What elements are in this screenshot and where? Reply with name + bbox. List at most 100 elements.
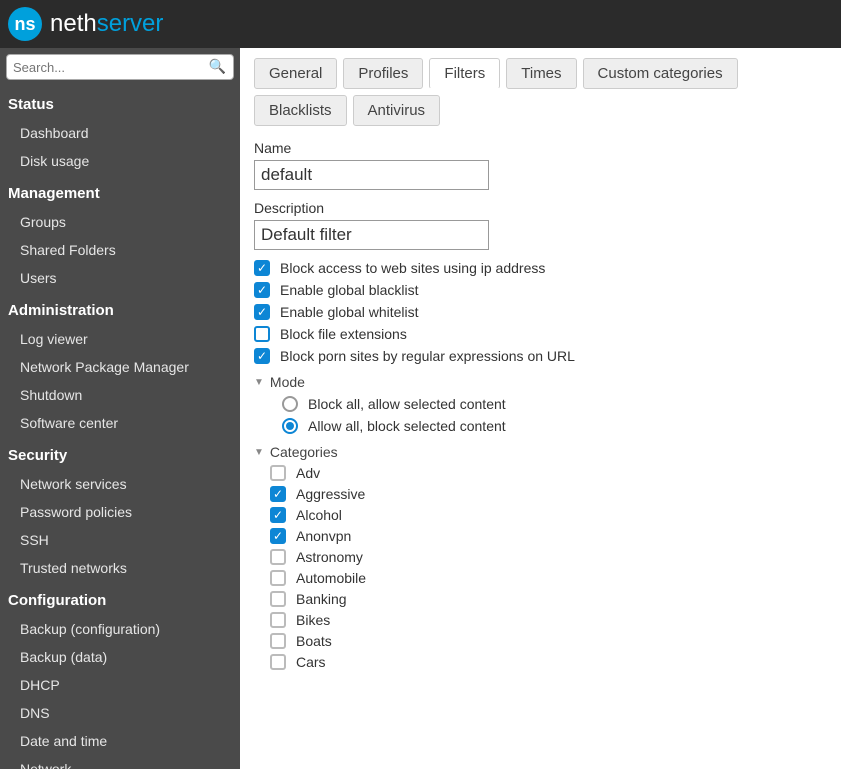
brand-server: server (97, 10, 164, 37)
category-row: Alcohol (270, 507, 827, 523)
tab-filters[interactable]: Filters (429, 58, 500, 89)
nav-section-title: Configuration (0, 582, 240, 615)
sidebar-item[interactable]: Password policies (0, 498, 240, 526)
checkbox[interactable] (254, 282, 270, 298)
category-checkbox[interactable] (270, 486, 286, 502)
tab-antivirus[interactable]: Antivirus (353, 95, 441, 126)
brand-logo[interactable]: ns nethserver (8, 7, 163, 41)
sidebar-item[interactable]: Date and time (0, 727, 240, 755)
checkbox[interactable] (254, 304, 270, 320)
checkbox-label: Block access to web sites using ip addre… (280, 260, 545, 276)
content-area: GeneralProfilesFiltersTimesCustom catego… (240, 48, 841, 769)
field-name: Name (254, 140, 827, 190)
checkbox-label: Block porn sites by regular expressions … (280, 348, 575, 364)
category-label: Cars (296, 654, 326, 670)
category-checkbox[interactable] (270, 570, 286, 586)
sidebar-item[interactable]: Network services (0, 470, 240, 498)
sidebar-item[interactable]: Shared Folders (0, 236, 240, 264)
checkbox-row: Block access to web sites using ip addre… (254, 260, 827, 276)
sidebar-item[interactable]: Network Package Manager (0, 353, 240, 381)
sidebar-item[interactable]: Software center (0, 409, 240, 437)
category-checkbox[interactable] (270, 633, 286, 649)
sidebar-item[interactable]: Backup (configuration) (0, 615, 240, 643)
category-checkbox[interactable] (270, 528, 286, 544)
tab-profiles[interactable]: Profiles (343, 58, 423, 89)
radio-row: Allow all, block selected content (282, 418, 827, 434)
main-layout: 🔍 StatusDashboardDisk usageManagementGro… (0, 48, 841, 769)
radio-row: Block all, allow selected content (282, 396, 827, 412)
tab-times[interactable]: Times (506, 58, 576, 89)
category-checkbox[interactable] (270, 591, 286, 607)
sidebar-item[interactable]: Log viewer (0, 325, 240, 353)
sidebar-item[interactable]: DNS (0, 699, 240, 727)
category-row: Automobile (270, 570, 827, 586)
sidebar-item[interactable]: DHCP (0, 671, 240, 699)
category-row: Adv (270, 465, 827, 481)
checkbox-row: Enable global blacklist (254, 282, 827, 298)
brand-text: nethserver (50, 10, 163, 38)
category-checkbox[interactable] (270, 465, 286, 481)
category-label: Banking (296, 591, 347, 607)
checkbox[interactable] (254, 260, 270, 276)
sidebar-item[interactable]: SSH (0, 526, 240, 554)
top-bar: ns nethserver (0, 0, 841, 48)
checkbox-label: Block file extensions (280, 326, 407, 342)
sidebar-item[interactable]: Trusted networks (0, 554, 240, 582)
categories-label: Categories (270, 444, 338, 460)
name-input[interactable] (254, 160, 489, 190)
category-checkbox[interactable] (270, 612, 286, 628)
description-input[interactable] (254, 220, 489, 250)
search-icon[interactable]: 🔍 (209, 58, 226, 75)
checkbox-row: Block file extensions (254, 326, 827, 342)
search-box: 🔍 (6, 54, 234, 80)
radio[interactable] (282, 418, 298, 434)
category-label: Aggressive (296, 486, 365, 502)
category-label: Automobile (296, 570, 366, 586)
category-row: Anonvpn (270, 528, 827, 544)
nav-section-title: Security (0, 437, 240, 470)
radio-label: Allow all, block selected content (308, 418, 506, 434)
category-row: Boats (270, 633, 827, 649)
category-checkbox[interactable] (270, 654, 286, 670)
category-label: Anonvpn (296, 528, 351, 544)
category-row: Aggressive (270, 486, 827, 502)
category-label: Bikes (296, 612, 330, 628)
brand-icon: ns (8, 7, 42, 41)
brand-neth: neth (50, 10, 97, 37)
category-label: Boats (296, 633, 332, 649)
sidebar-item[interactable]: Network (0, 755, 240, 769)
search-input[interactable] (6, 54, 234, 80)
category-label: Astronomy (296, 549, 363, 565)
sidebar-item[interactable]: Backup (data) (0, 643, 240, 671)
radio-label: Block all, allow selected content (308, 396, 506, 412)
checkbox-row: Enable global whitelist (254, 304, 827, 320)
checkbox[interactable] (254, 326, 270, 342)
sidebar-item[interactable]: Groups (0, 208, 240, 236)
chevron-down-icon: ▼ (254, 377, 264, 388)
name-label: Name (254, 140, 827, 156)
category-checkbox[interactable] (270, 507, 286, 523)
category-label: Adv (296, 465, 320, 481)
categories-group-header[interactable]: ▼ Categories (254, 444, 827, 460)
tabs-bar: GeneralProfilesFiltersTimesCustom catego… (254, 58, 827, 126)
category-checkbox[interactable] (270, 549, 286, 565)
mode-group-header[interactable]: ▼ Mode (254, 374, 827, 390)
sidebar-item[interactable]: Shutdown (0, 381, 240, 409)
tab-custom-categories[interactable]: Custom categories (583, 58, 738, 89)
checkbox-label: Enable global blacklist (280, 282, 419, 298)
nav-section-title: Administration (0, 292, 240, 325)
checkbox-row: Block porn sites by regular expressions … (254, 348, 827, 364)
checkbox[interactable] (254, 348, 270, 364)
nav-section-title: Status (0, 86, 240, 119)
sidebar-item[interactable]: Disk usage (0, 147, 240, 175)
tab-general[interactable]: General (254, 58, 337, 89)
sidebar-item[interactable]: Users (0, 264, 240, 292)
category-row: Banking (270, 591, 827, 607)
checkbox-label: Enable global whitelist (280, 304, 419, 320)
sidebar-item[interactable]: Dashboard (0, 119, 240, 147)
radio[interactable] (282, 396, 298, 412)
nav-section-title: Management (0, 175, 240, 208)
category-label: Alcohol (296, 507, 342, 523)
category-row: Bikes (270, 612, 827, 628)
tab-blacklists[interactable]: Blacklists (254, 95, 347, 126)
